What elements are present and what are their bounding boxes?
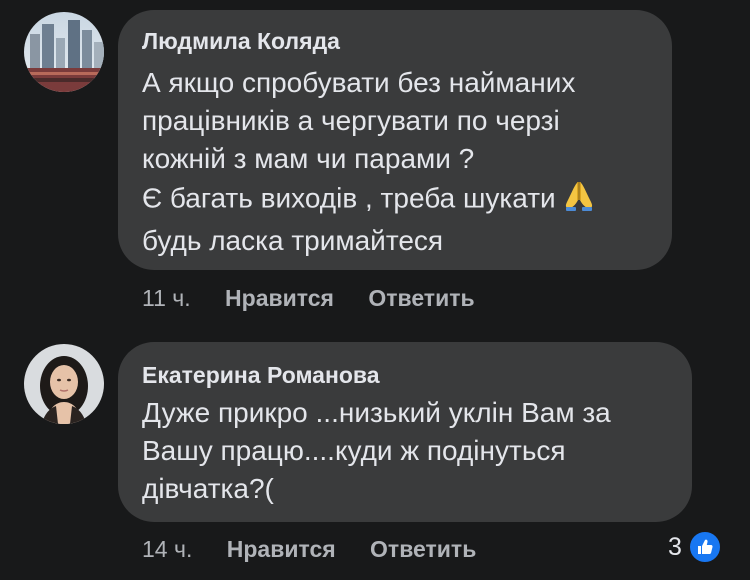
reaction-count: 3 (668, 532, 682, 561)
folded-hands-icon (562, 178, 596, 222)
reaction-summary[interactable]: 3 (668, 530, 722, 564)
city-photo-avatar-icon (24, 12, 104, 92)
comment-author[interactable]: Людмила Коляда (142, 28, 340, 55)
avatar[interactable] (24, 344, 104, 424)
comment-bubble: Людмила Коляда А якщо спробувати без най… (118, 10, 672, 270)
comment-line: кожній з мам чи парами ? (142, 143, 475, 174)
comment-text: Дуже прикро ...низький уклін Вам за Вашу… (142, 394, 611, 508)
comment-timestamp[interactable]: 11 ч. (142, 285, 191, 311)
comment-line: А якщо спробувати без найманих (142, 67, 576, 98)
comment-line: Є багать виходів , треба шукати (142, 178, 596, 222)
reply-button[interactable]: Ответить (370, 536, 476, 562)
like-button[interactable]: Нравится (227, 536, 336, 562)
comment-author[interactable]: Екатерина Романова (142, 362, 380, 389)
woman-photo-avatar-icon (24, 344, 104, 424)
comment-bubble: Екатерина Романова Дуже прикро ...низьки… (118, 342, 692, 522)
comment-timestamp[interactable]: 14 ч. (142, 536, 192, 562)
comment-line: Вашу працю....куди ж подінуться (142, 435, 566, 466)
comment-line: працівників а чергувати по черзі (142, 105, 560, 136)
comment-actions: 14 ч. Нравится Ответить (142, 536, 476, 563)
reply-button[interactable]: Ответить (368, 285, 474, 311)
comment-text: А якщо спробувати без найманих працівник… (142, 64, 596, 260)
avatar[interactable] (24, 12, 104, 92)
comment-line: будь ласка тримайтеся (142, 225, 444, 256)
comment-line: Дуже прикро ...низький уклін Вам за (142, 397, 611, 428)
comment-actions: 11 ч. Нравится Ответить (142, 285, 475, 312)
comment-line-text: Є багать виходів , треба шукати (142, 182, 556, 214)
thumbs-up-icon (687, 530, 722, 564)
like-button[interactable]: Нравится (225, 285, 334, 311)
comment-line: дівчатка?( (142, 473, 274, 504)
